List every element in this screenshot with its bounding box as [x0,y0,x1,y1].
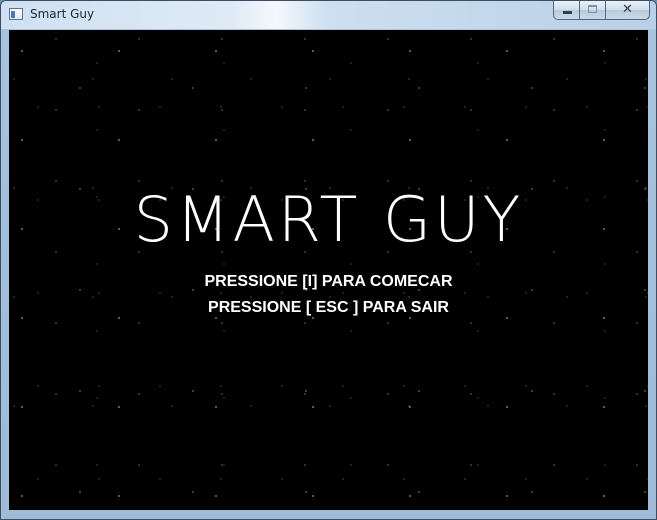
app-window-icon[interactable] [9,8,23,20]
close-icon: ✕ [622,2,633,17]
maximize-icon [588,5,597,13]
game-canvas[interactable]: SMART GUY PRESSIONE [I] PARA COMECAR PRE… [9,30,648,510]
app-window: Smart Guy ✕ SMART GUY PRESSIONE [I] PARA… [0,0,657,520]
caption-buttons: ✕ [553,1,650,21]
exit-prompt: PRESSIONE [ ESC ] PARA SAIR [208,299,449,316]
minimize-icon [563,11,572,14]
game-title: SMART GUY [133,183,524,256]
close-button[interactable]: ✕ [606,1,650,20]
maximize-button[interactable] [580,1,606,20]
title-bar[interactable]: Smart Guy ✕ [1,1,656,29]
window-title: Smart Guy [30,7,95,21]
minimize-button[interactable] [553,1,580,20]
start-prompt: PRESSIONE [I] PARA COMECAR [204,273,453,290]
